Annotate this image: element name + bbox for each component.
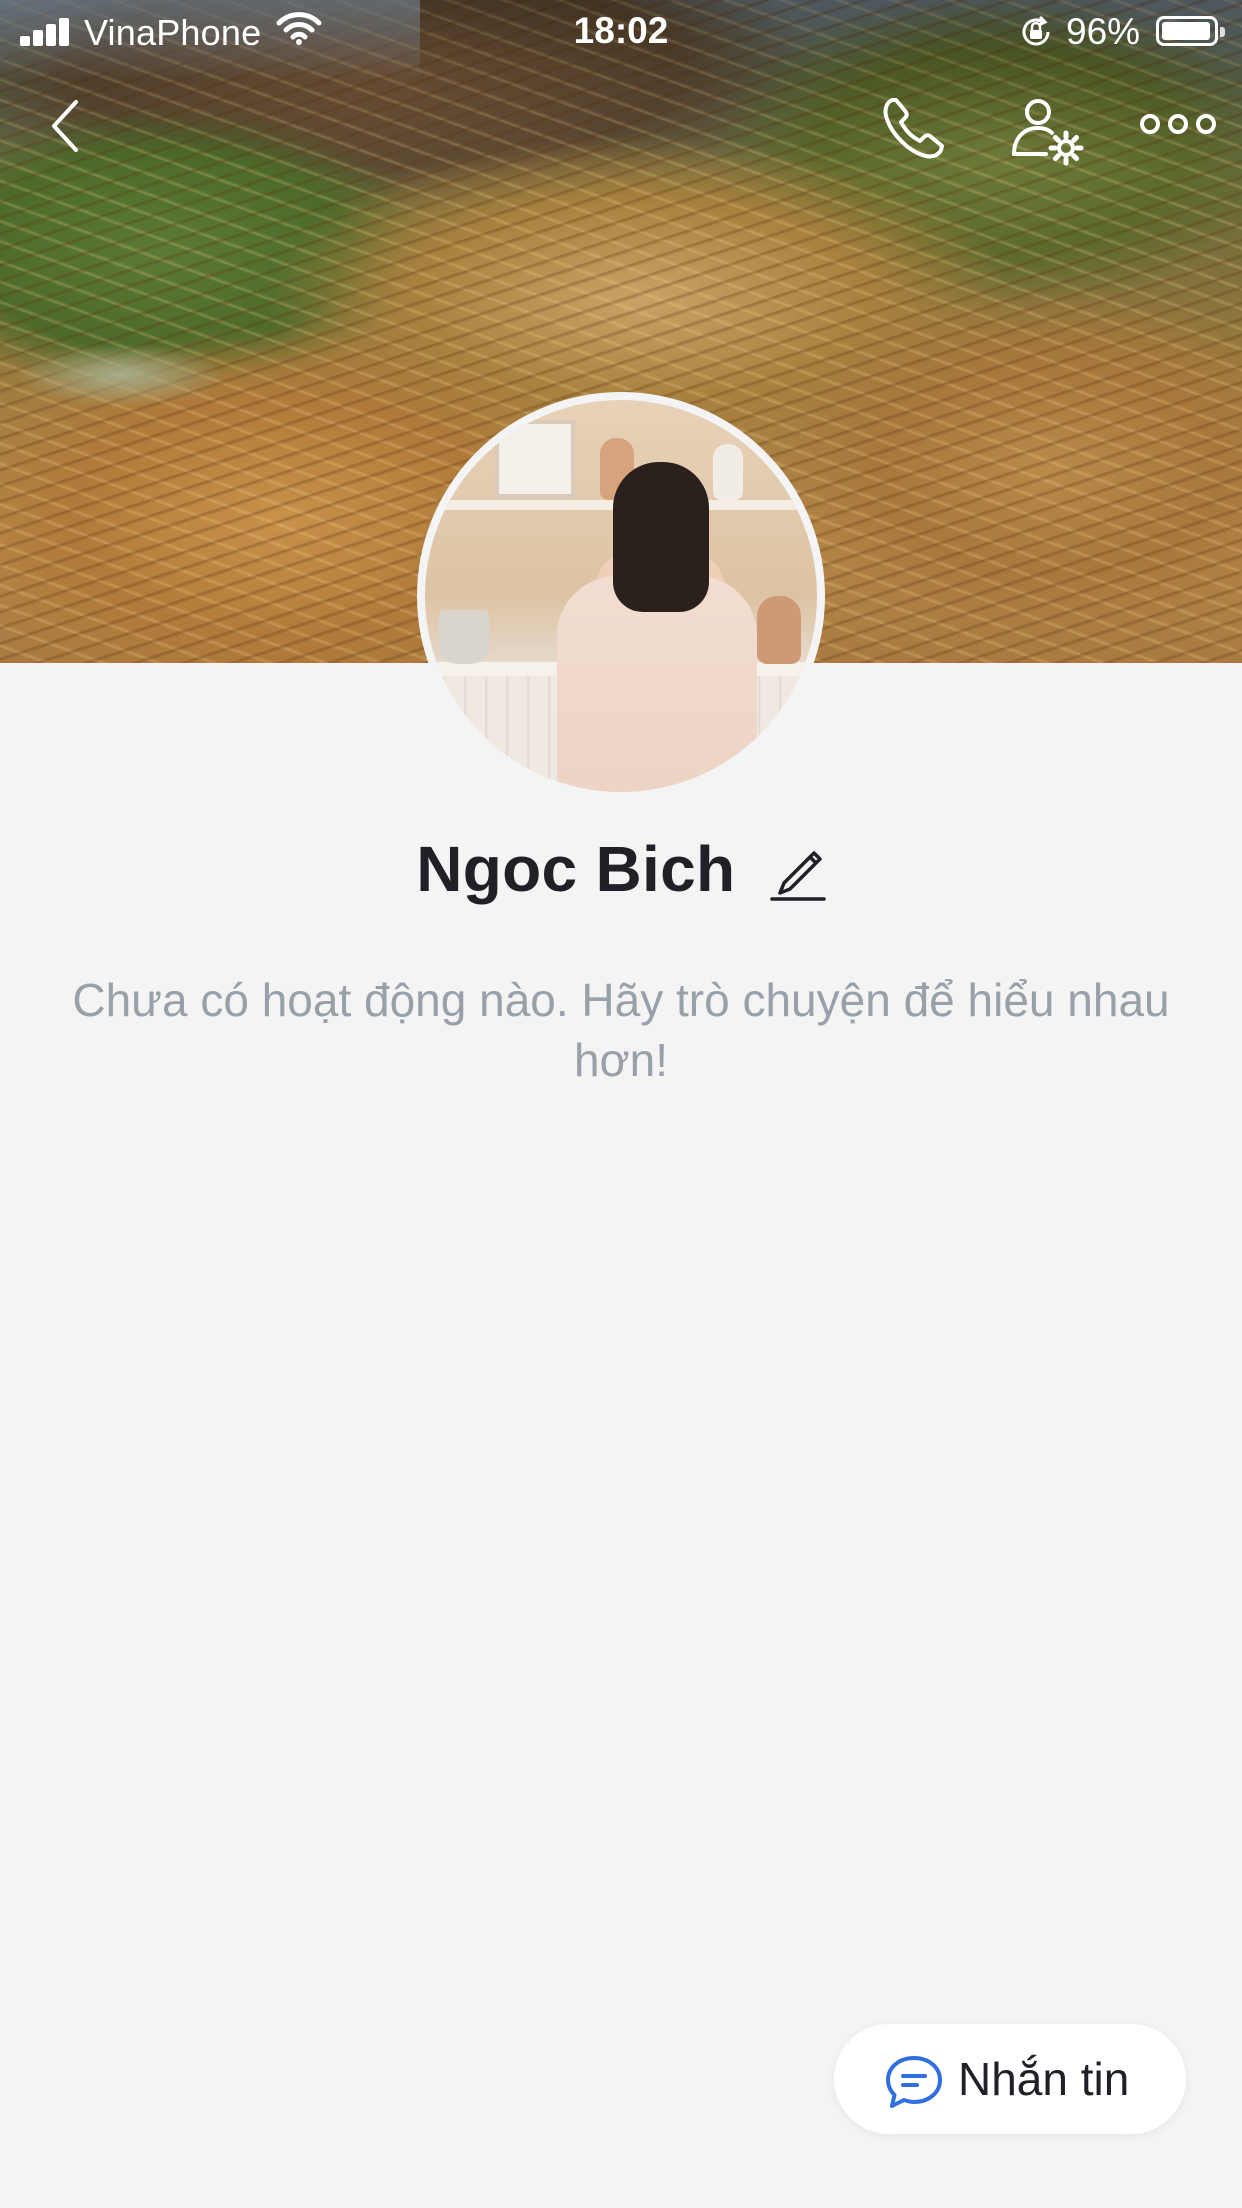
profile-page: VinaPhone 18:02 96% Ngoc Bich Chưa có ho…: [0, 0, 1242, 2208]
status-bar: VinaPhone 18:02 96%: [0, 0, 1242, 62]
back-button[interactable]: [36, 96, 96, 156]
pencil-icon[interactable]: [770, 837, 826, 901]
profile-name: Ngoc Bich: [416, 833, 736, 905]
message-button[interactable]: Nhắn tin: [834, 2024, 1186, 2134]
status-time: 18:02: [573, 10, 669, 51]
chat-bubble-icon: [886, 2056, 942, 2108]
avatar[interactable]: [417, 392, 825, 800]
empty-activity-message: Chưa có hoạt động nào. Hãy trò chuyện để…: [72, 974, 1170, 1086]
cover-river: [0, 330, 260, 420]
user-settings-button[interactable]: [1010, 92, 1090, 172]
battery-icon: [1156, 16, 1225, 46]
battery-fill: [1162, 22, 1210, 40]
name-row: Ngoc Bich: [0, 832, 1242, 912]
call-button[interactable]: [878, 92, 950, 164]
more-options-button[interactable]: [1138, 104, 1218, 144]
battery-percent: 96%: [1066, 11, 1141, 52]
rotation-lock-icon: [1022, 15, 1050, 46]
message-button-label: Nhắn tin: [958, 2053, 1130, 2105]
